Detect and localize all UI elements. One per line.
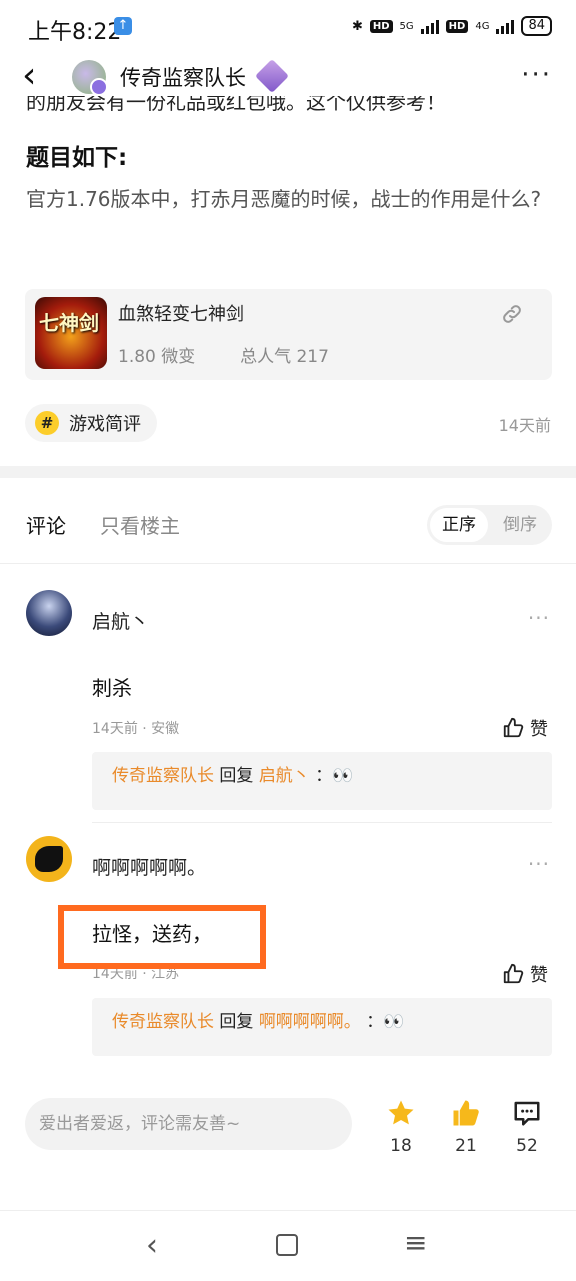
system-icons: ✱ HD 5G HD 4G 84 (352, 16, 552, 36)
net-4g-label: 4G (475, 20, 490, 32)
comment-meta: 14天前 · 安徽 (92, 721, 180, 737)
like-label: 赞 (530, 965, 548, 986)
sort-asc-button[interactable]: 正序 (430, 508, 488, 542)
author-name[interactable]: 传奇监察队长 (120, 62, 246, 92)
reply-verb: 回复 (219, 766, 254, 786)
status-time: 上午8:22 (28, 20, 122, 45)
favorite-count: 18 (390, 1136, 412, 1156)
net-5g-label: 5G (399, 20, 414, 32)
thumbs-up-icon (503, 963, 524, 984)
like-label: 赞 (530, 719, 548, 740)
sort-desc-button[interactable]: 倒序 (490, 508, 550, 542)
highlight-box (58, 905, 266, 969)
comment-input[interactable]: 爱出者爱返，评论需友善~ (25, 1098, 352, 1150)
link-icon[interactable] (500, 302, 524, 326)
commenter-avatar[interactable] (26, 836, 72, 882)
reply-sep: ： (315, 766, 333, 786)
game-meta: 1.80 微变 总人气 217 (118, 342, 329, 367)
rank-badge-icon (255, 59, 289, 93)
favorite-button[interactable]: 18 (376, 1098, 426, 1156)
divider (0, 563, 576, 564)
bluetooth-icon: ✱ (351, 18, 363, 34)
topic-tag-label: 游戏简评 (69, 414, 141, 435)
reply-from[interactable]: 传奇监察队长 (112, 766, 214, 786)
comment-more-icon[interactable]: ··· (528, 606, 550, 630)
commenter-name[interactable]: 启航丶 (92, 607, 149, 634)
game-version: 1.80 微变 (118, 347, 196, 367)
reply-sep: ： (366, 1012, 384, 1032)
game-popularity: 总人气 217 (240, 347, 329, 367)
like-button[interactable]: 赞 (502, 715, 548, 741)
section-divider (0, 466, 576, 478)
like-post-button[interactable]: 21 (441, 1098, 491, 1156)
reply-from[interactable]: 传奇监察队长 (112, 1012, 214, 1032)
reply-box[interactable]: 传奇监察队长 回复 启航丶 ：👀 (92, 752, 552, 810)
reply-verb: 回复 (219, 1012, 254, 1032)
battery-icon: 84 (521, 16, 552, 36)
reply-box[interactable]: 传奇监察队长 回复 啊啊啊啊啊。 ：👀 (92, 998, 552, 1056)
signal-icon-2 (496, 18, 515, 34)
comment-more-icon[interactable]: ··· (528, 852, 550, 876)
hd-icon-2: HD (445, 19, 469, 33)
nav-back-icon[interactable]: ‹ (146, 1228, 158, 1263)
game-thumb-text: 七神剑 (39, 311, 99, 335)
star-icon (388, 1100, 414, 1125)
divider (92, 822, 552, 823)
comment-icon (514, 1101, 540, 1126)
post-time: 14天前 (498, 416, 551, 435)
thumbs-up-icon (503, 717, 524, 738)
more-options-icon[interactable]: ··· (521, 60, 552, 90)
reply-content: 👀 (332, 766, 354, 786)
hd-icon: HD (369, 19, 393, 33)
reply-to[interactable]: 启航丶 (259, 766, 310, 786)
author-avatar[interactable] (72, 60, 108, 96)
like-button[interactable]: 赞 (502, 961, 548, 987)
nav-menu-icon[interactable]: ≡ (404, 1226, 427, 1259)
hash-icon: # (35, 411, 59, 435)
comment-count: 52 (516, 1136, 538, 1156)
comment-button[interactable]: 52 (502, 1098, 552, 1156)
thumbs-up-filled-icon (453, 1100, 479, 1126)
back-icon[interactable]: ‹ (22, 58, 36, 94)
question-body: 官方1.76版本中，打赤月恶魔的时候，战士的作用是什么? (26, 187, 542, 211)
nav-home-icon[interactable] (276, 1234, 298, 1256)
game-thumbnail[interactable]: 七神剑 (35, 297, 107, 369)
post-text-cut: 的朋友会有一份礼品或红包哦。这个仅供参考！ (26, 96, 446, 114)
commenter-name[interactable]: 啊啊啊啊啊。 (92, 853, 206, 880)
game-name[interactable]: 血煞轻变七神剑 (118, 300, 244, 326)
like-count: 21 (455, 1136, 477, 1156)
question-heading: 题目如下: (26, 145, 128, 171)
tab-op-only[interactable]: 只看楼主 (100, 510, 180, 539)
signal-icon (420, 18, 439, 34)
upload-notification-icon: ↑ (114, 17, 132, 35)
tab-comments[interactable]: 评论 (26, 510, 66, 539)
commenter-avatar[interactable] (26, 590, 72, 636)
comment-text: 刺杀 (92, 676, 132, 700)
topic-tag[interactable]: # 游戏简评 (25, 404, 157, 442)
reply-to[interactable]: 啊啊啊啊啊。 (259, 1012, 361, 1032)
reply-content: 👀 (383, 1012, 405, 1032)
